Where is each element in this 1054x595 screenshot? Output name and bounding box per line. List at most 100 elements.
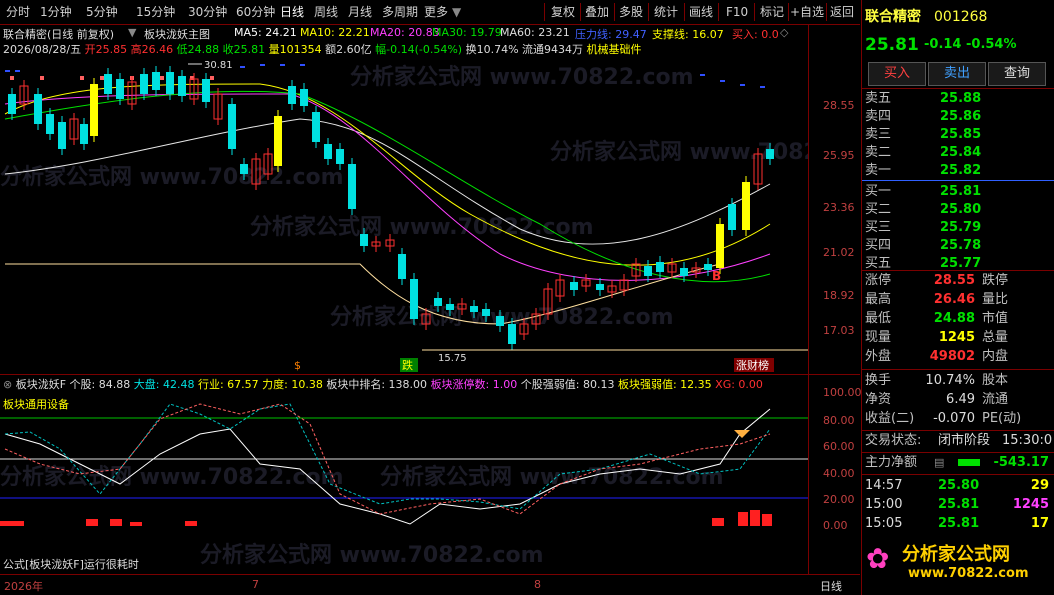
query-button[interactable]: 查询 [988,62,1046,86]
draw-line-button[interactable]: 画线 [689,3,713,21]
fin-label: 净资 [865,392,892,407]
tab-15min[interactable]: 15分钟 [136,3,175,21]
indicator-plot[interactable]: 分析家公式网 www.70822.com 分析家公式网 www.70822.co… [0,374,808,574]
tab-60min[interactable]: 60分钟 [236,3,275,21]
period-label[interactable]: 日线 [820,578,842,594]
bid-row[interactable]: 买二 25.80 [862,201,1054,219]
level-price: 25.81 [940,184,982,199]
tab-weekly[interactable]: 周线 [314,3,338,21]
indicator-tick: 100.00 [823,386,862,399]
tab-monthly[interactable]: 月线 [348,3,372,21]
candle-body [348,164,356,209]
price-tick: 18.92 [823,289,855,302]
buy-button[interactable]: 买入 [868,62,926,86]
level-price: 25.82 [940,163,982,178]
tab-fenshi[interactable]: 分时 [6,3,30,21]
candle-body [8,94,16,114]
tab-multi-period[interactable]: 多周期 [382,3,418,21]
candle-body [360,234,368,246]
tab-more[interactable]: 更多 [424,3,448,21]
svg-text:分析家公式网 www.70822.com: 分析家公式网 www.70822.com [350,64,694,90]
multi-stock-button[interactable]: 多股 [619,3,643,21]
fin-label-2: 股本 [982,373,1009,388]
ask-row[interactable]: 卖一 25.82 [862,162,1054,180]
trade-status-row: 交易状态: 闭市阶段 15:30:0 [865,433,1053,448]
ask-row[interactable]: 卖五 25.88 [862,90,1054,108]
ask-row[interactable]: 卖三 25.85 [862,126,1054,144]
fin-value: 10.74% [925,373,975,388]
candlestick-plot[interactable]: 分析家公式网 www.70822.com 分析家公式网 www.70822.co… [0,24,808,374]
bid-row[interactable]: 买四 25.78 [862,237,1054,255]
fin-value: 6.49 [946,392,975,407]
tick-time: 14:57 [865,478,903,493]
date-axis: 2026年 7 8 日线 [0,575,860,595]
kline-chart[interactable]: 联合精密(日线 前复权) ▼ 板块泷妖主图 MA5: 24.21 MA10: 2… [0,24,860,375]
site-logo: ✿ 分析家公式网 www.70822.com [862,534,1054,595]
level-label: 卖五 [865,91,892,106]
tab-30min[interactable]: 30分钟 [188,3,227,21]
candle-body [570,282,578,290]
candle-body [336,149,344,164]
candle-body [656,262,664,272]
level-price: 25.84 [940,145,982,160]
fin-label: 换手 [865,373,892,388]
back-button[interactable]: 返回 [830,3,854,21]
stat-value: 28.55 [933,273,975,288]
stock-header: 联合精密 001268 [862,8,1054,26]
quote-panel: 联合精密 001268 25.81 -0.14 -0.54% 买入 卖出 查询 … [861,0,1054,595]
indicator-tick: 20.00 [823,493,855,506]
signal-mark-b: B [712,269,721,283]
stat-label: 涨停 [865,273,892,288]
price-tick: 25.95 [823,149,855,162]
price-summary: 25.81 -0.14 -0.54% [862,34,1054,56]
chevron-down-icon[interactable]: ▼ [452,3,461,21]
stat-value: 49802 [929,349,975,364]
overlay-button[interactable]: 叠加 [585,3,609,21]
candle-body [58,122,66,149]
trade-status: 闭市阶段 [938,433,991,448]
tick-volume: 1245 [1012,497,1049,512]
add-watchlist-button[interactable]: +自选 [790,3,824,21]
stat-label: 外盘 [865,349,892,364]
stats-button[interactable]: 统计 [654,3,678,21]
candle-body [300,89,308,106]
tab-5min[interactable]: 5分钟 [86,3,118,21]
bid-row[interactable]: 买一 25.81 [862,183,1054,201]
candle-body [202,79,210,102]
level-price: 25.86 [940,109,982,124]
mark-button[interactable]: 标记 [760,3,784,21]
candle-body [104,74,112,94]
stat-value: 26.46 [933,292,975,307]
candle-body [742,182,750,230]
tick-price: 25.81 [938,516,980,531]
trade-time: 15:30:0 [1002,433,1053,448]
stat-label: 现量 [865,330,892,345]
candle-body [166,72,174,94]
tick-time: 15:00 [865,497,903,512]
candle-body [496,316,504,326]
candle-body [80,124,88,144]
fin-label-2: 流通 [982,392,1009,407]
stat-label-2: 总量 [982,330,1009,345]
f10-button[interactable]: F10 [726,3,748,21]
fin-label: 收益(二) [865,411,915,426]
tick-volume: 17 [1030,516,1049,531]
svg-text:分析家公式网 www.70822.com: 分析家公式网 www.70822.com [200,542,544,568]
candle-body [482,309,490,316]
candle-body [34,94,42,124]
ask-row[interactable]: 卖二 25.84 [862,144,1054,162]
price-change-pct: -0.54% [966,37,1017,52]
bid-row[interactable]: 买三 25.79 [862,219,1054,237]
tab-daily[interactable]: 日线 [280,3,304,21]
indicator-tick: 0.00 [823,519,848,532]
price-axis: 28.55 25.95 23.36 21.02 18.92 17.03 100.… [808,24,862,574]
level-label: 卖二 [865,145,892,160]
fuquan-button[interactable]: 复权 [551,3,575,21]
high-price-marker: 30.81 [204,60,233,71]
indicator-panel[interactable]: ⊗ 板块泷妖F 个股: 84.88 大盘: 42.48 行业: 67.57 力度… [0,374,860,575]
current-price: 25.81 [865,35,919,55]
list-icon[interactable]: ▤ [934,454,944,472]
tab-1min[interactable]: 1分钟 [40,3,72,21]
sell-button[interactable]: 卖出 [928,62,986,86]
ask-row[interactable]: 卖四 25.86 [862,108,1054,126]
